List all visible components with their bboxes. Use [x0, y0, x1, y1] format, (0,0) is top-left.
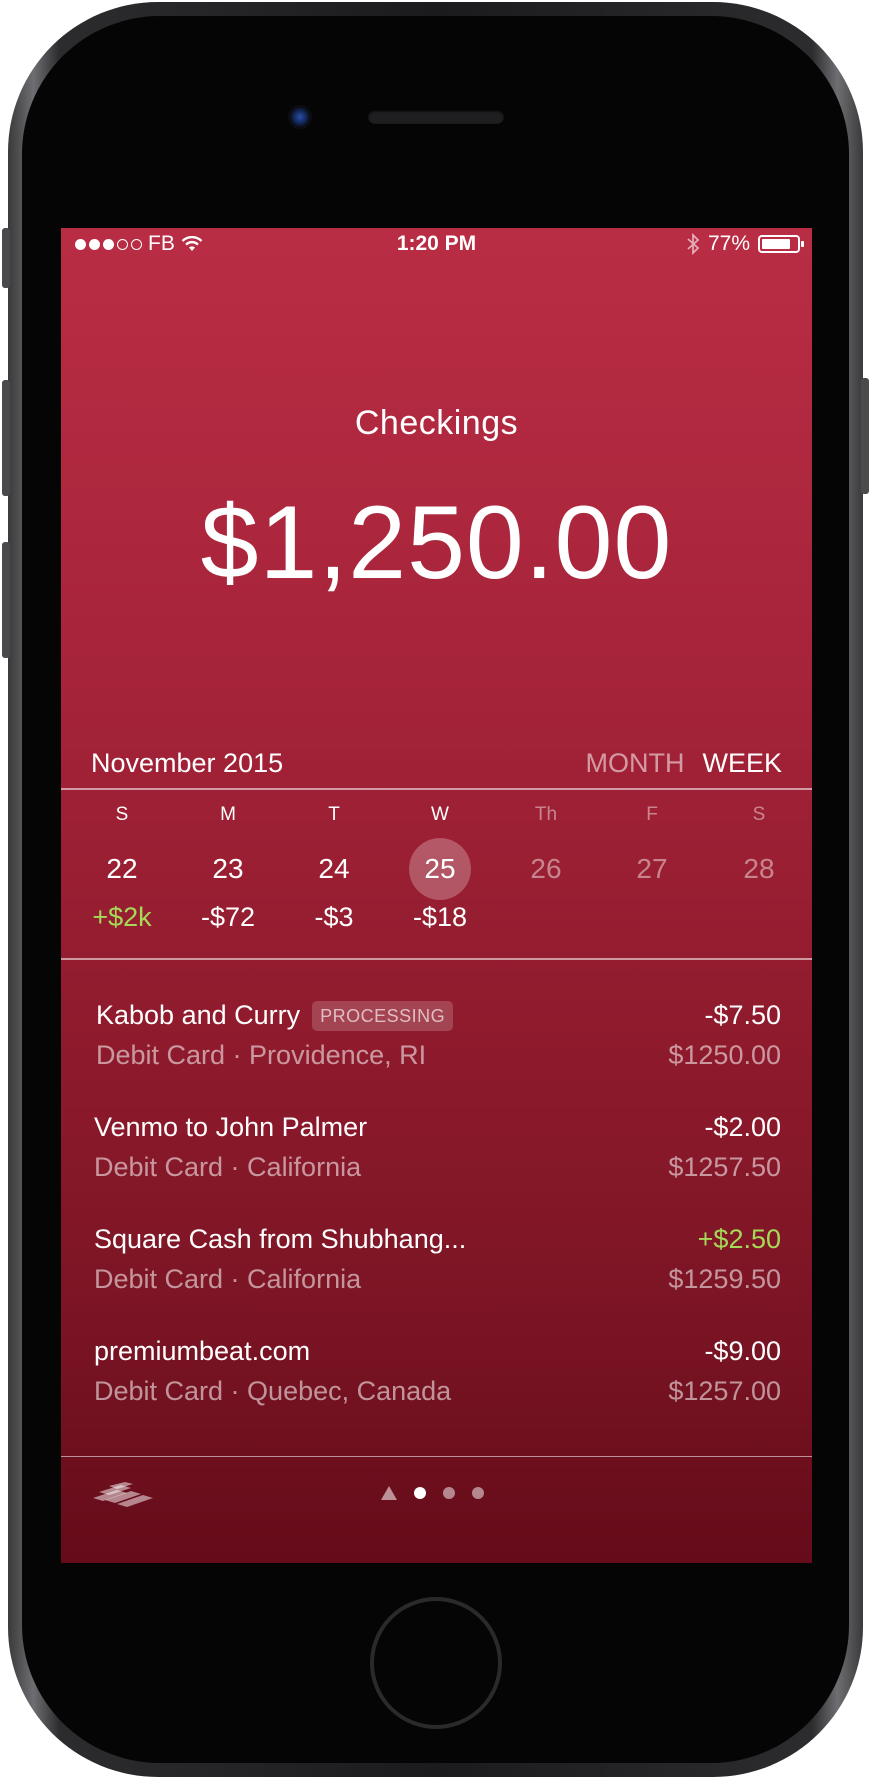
transaction-amount: -$2.00 [704, 1112, 781, 1142]
day-letter: T [328, 804, 340, 825]
location-arrow-icon[interactable] [381, 1486, 397, 1500]
running-balance: $1250.00 [668, 1040, 781, 1070]
day-number: 28 [743, 853, 775, 884]
processing-badge: PROCESSING [312, 1000, 454, 1031]
transaction-amount: -$7.50 [704, 1000, 781, 1030]
account-name[interactable]: Checkings [61, 404, 812, 443]
page-dot-active[interactable] [414, 1487, 426, 1499]
day-number: 27 [636, 853, 668, 884]
week-strip: S 22 +$2k M 23 -$72 T 24 -$3 W 25 -$18 T… [61, 788, 812, 938]
transaction-detail: Debit Card · California [94, 1152, 362, 1182]
day-number: 24 [318, 853, 350, 884]
day-number: 23 [212, 853, 244, 884]
transaction-name: premiumbeat.com [94, 1336, 311, 1366]
day-letter: S [115, 804, 129, 825]
earpiece-speaker [368, 110, 504, 124]
battery-icon [758, 235, 804, 253]
day-number: 25 [424, 853, 456, 884]
day-number: 22 [106, 853, 138, 884]
day-number: 26 [530, 853, 562, 884]
day-letter: F [646, 804, 658, 825]
calendar-view-toggle: MONTH WEEK [586, 748, 783, 779]
divider [61, 1456, 812, 1457]
running-balance: $1259.50 [668, 1264, 781, 1294]
transaction-name-wrap: Kabob and Curry PROCESSING [96, 1000, 454, 1031]
transaction-row[interactable]: Kabob and Curry PROCESSING Debit Card · … [61, 1000, 812, 1100]
running-balance: $1257.50 [668, 1152, 781, 1182]
day-letter: S [752, 804, 766, 825]
front-camera [288, 105, 312, 129]
page-dot[interactable] [443, 1487, 455, 1499]
transaction-amount: -$9.00 [704, 1336, 781, 1366]
bluetooth-icon [687, 233, 700, 255]
transaction-name: Square Cash from Shubhang... [94, 1224, 467, 1254]
app-screen: FB 1:20 PM 77% Checkings $1,250.00 Novem… [61, 228, 812, 1563]
volume-up-button [2, 380, 10, 496]
page-dot[interactable] [472, 1487, 484, 1499]
calendar-month-label: November 2015 [91, 748, 284, 778]
transaction-row[interactable]: premiumbeat.com Debit Card · Quebec, Can… [61, 1336, 812, 1436]
battery-percent: 77% [707, 232, 750, 255]
status-bar: FB 1:20 PM 77% [61, 228, 812, 260]
transaction-row[interactable]: Venmo to John Palmer Debit Card · Califo… [61, 1112, 812, 1212]
day-letter: M [220, 804, 236, 825]
power-button [861, 378, 869, 494]
footer-bar [61, 1458, 812, 1534]
transaction-name: Kabob and Curry [96, 1000, 301, 1030]
transaction-detail: Debit Card · California [94, 1264, 362, 1294]
transaction-detail: Debit Card · Providence, RI [96, 1040, 427, 1070]
home-button[interactable] [370, 1597, 502, 1729]
bank-of-america-flag-icon[interactable] [91, 1480, 153, 1510]
running-balance: $1257.00 [668, 1376, 781, 1406]
day-amount: -$18 [412, 902, 468, 932]
day-letter: Th [534, 804, 558, 825]
transaction-detail: Debit Card · Quebec, Canada [94, 1376, 452, 1406]
transaction-amount: +$2.50 [697, 1224, 781, 1254]
page-indicator [381, 1486, 484, 1500]
status-right: 77% [686, 232, 804, 256]
day-amount: +$2k [92, 902, 152, 932]
day-letter: W [431, 804, 449, 825]
transaction-row[interactable]: Square Cash from Shubhang... Debit Card … [61, 1224, 812, 1324]
account-balance: $1,250.00 [200, 485, 673, 601]
volume-down-button [2, 542, 10, 658]
day-amount: -$72 [200, 902, 256, 932]
transaction-name: Venmo to John Palmer [94, 1112, 368, 1142]
day-amount: -$3 [314, 902, 354, 932]
week-view-button[interactable]: WEEK [702, 748, 782, 779]
calendar-header: November 2015 MONTH WEEK [61, 736, 812, 788]
divider [61, 958, 812, 960]
month-view-button[interactable]: MONTH [586, 748, 685, 779]
mute-switch [2, 228, 10, 288]
